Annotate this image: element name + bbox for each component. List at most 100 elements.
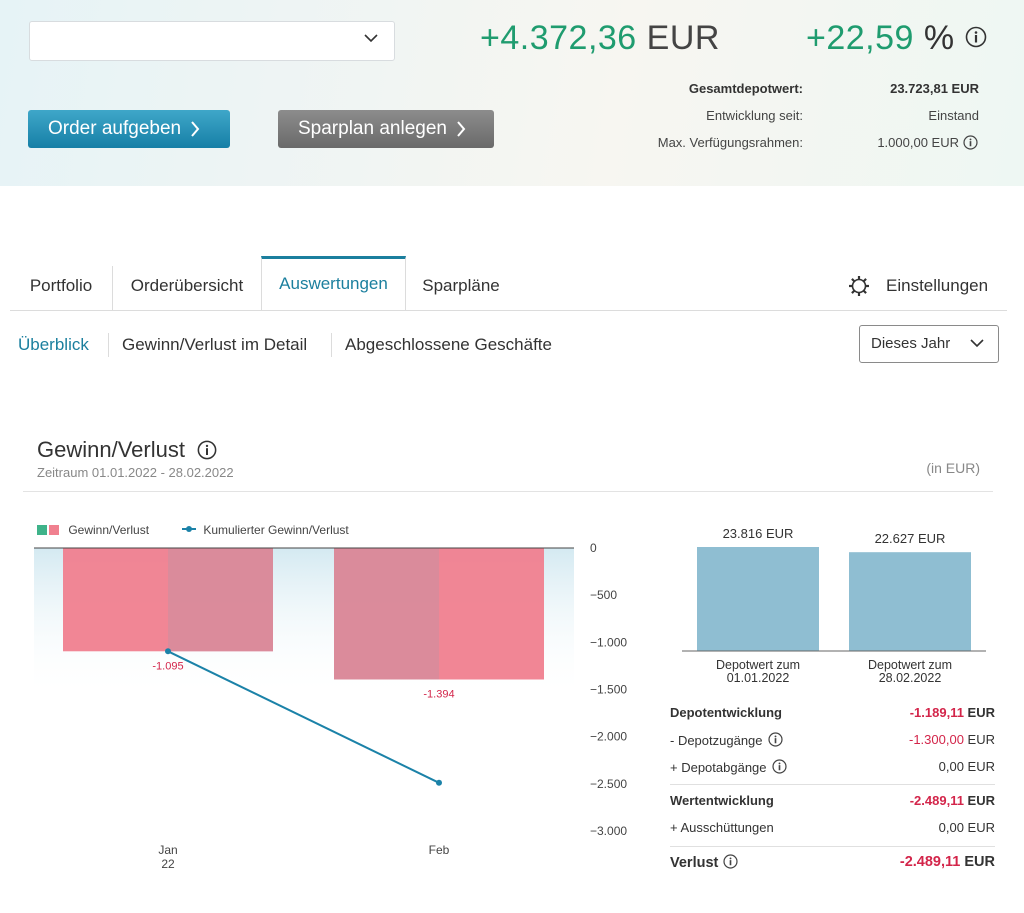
summary-unit: EUR (960, 854, 995, 870)
summary-value: -2.489,11 EUR (900, 854, 995, 870)
section-title: Gewinn/Verlust (37, 437, 217, 463)
cumulative-point (436, 779, 442, 786)
period-select-value: Dieses Jahr (871, 335, 951, 352)
summary-unit: EUR (963, 793, 995, 808)
summary-row: + Ausschüttungen 0,00 EUR (670, 820, 995, 838)
summary-label: + Ausschüttungen (670, 820, 774, 835)
section-divider (23, 491, 993, 492)
depot-bar (849, 552, 971, 651)
credit-line-label: Max. Verfügungsrahmen: (657, 135, 803, 150)
total-value-label: Gesamtdepotwert: (688, 81, 803, 96)
bar-overlay (168, 548, 273, 652)
summary-table: Depotentwicklung -1.189,11 EUR - Depotzugä… (670, 700, 995, 880)
subtab-divider (331, 333, 332, 357)
y-tick-label: −1.500 (590, 683, 627, 697)
gain-currency: EUR (646, 19, 720, 57)
total-value: 23.723,81 EUR (890, 81, 979, 96)
gain-percent: +22,59 % (806, 18, 987, 58)
summary-label: + Depotabgänge (670, 759, 787, 775)
depot-x-label: 28.02.2022 (879, 671, 942, 685)
tab-sparplaene[interactable]: Sparpläne (406, 258, 516, 311)
bar-value-label: -1.394 (423, 689, 454, 701)
y-tick-label: −3.000 (590, 824, 627, 838)
summary-amount: 0,00 (938, 820, 964, 835)
summary-unit: EUR (963, 820, 995, 835)
tab-portfolio[interactable]: Portfolio (10, 258, 112, 311)
development-since-value: Einstand (928, 108, 979, 123)
summary-amount: 0,00 (938, 759, 964, 774)
gain-absolute: +4.372,36 EUR (480, 18, 720, 58)
page: Order aufgeben Sparplan anlegen +4.372,3… (0, 0, 1024, 913)
summary-label: - Depotzugänge (670, 732, 783, 748)
bar-overlay (334, 548, 439, 680)
depot-value-chart: 23.816 EURDepotwert zum01.01.202222.627 … (682, 526, 986, 685)
account-select[interactable] (29, 21, 395, 61)
subtab-divider (108, 333, 109, 357)
summary-value: -1.189,11 EUR (910, 705, 995, 720)
summary-value: 0,00 EUR (939, 820, 995, 835)
settings-label: Einstellungen (886, 276, 989, 295)
development-since-label: Entwicklung seit: (706, 108, 803, 123)
summary-unit: EUR (963, 732, 995, 747)
summary-value: -1.300,00 EUR (909, 732, 995, 747)
info-icon[interactable] (197, 440, 217, 460)
section-unit: (in EUR) (926, 460, 980, 476)
chevron-right-icon (190, 121, 200, 137)
bar-value-label: -1.095 (152, 660, 183, 672)
summary-divider (670, 784, 995, 785)
info-icon[interactable] (963, 135, 978, 150)
subtab-abgeschlossene-geschaefte[interactable]: Abgeschlossene Geschäfte (345, 335, 552, 355)
summary-row: Depotentwicklung -1.189,11 EUR (670, 705, 995, 723)
chevron-down-icon (970, 339, 984, 348)
sparplan-button-label: Sparplan anlegen (298, 118, 447, 139)
y-tick-label: −2.000 (590, 730, 627, 744)
section-title-text: Gewinn/Verlust (37, 437, 185, 462)
summary-row: - Depotzugänge -1.300,00 EUR (670, 732, 995, 750)
main-tabs: Portfolio Orderübersicht Auswertungen Sp… (10, 256, 1007, 311)
order-button-label: Order aufgeben (48, 118, 182, 139)
subtab-gewinn-verlust-detail[interactable]: Gewinn/Verlust im Detail (122, 335, 307, 355)
gear-icon (849, 276, 869, 296)
summary-amount: -2.489,11 (909, 793, 964, 808)
section-period: Zeitraum 01.01.2022 - 28.02.2022 (37, 465, 234, 480)
summary-amount: -1.189,11 (909, 705, 964, 720)
order-button[interactable]: Order aufgeben (28, 110, 230, 148)
info-icon[interactable] (771, 759, 787, 774)
summary-value: 0,00 EUR (939, 759, 995, 774)
info-icon[interactable] (767, 732, 783, 747)
tab-orderuebersicht[interactable]: Orderübersicht (113, 258, 261, 311)
summary-row: Wertentwicklung -2.489,11 EUR (670, 793, 995, 811)
summary-amount: -1.300,00 (909, 732, 964, 747)
summary-amount: -2.489,11 (899, 854, 961, 870)
x-tick-label: Feb (429, 843, 450, 857)
summary-label: Wertentwicklung (670, 793, 774, 808)
summary-label: Verlust (670, 854, 738, 871)
summary-unit: EUR (963, 705, 995, 720)
summary-divider (670, 846, 995, 847)
y-tick-label: 0 (590, 541, 597, 555)
info-icon[interactable] (965, 26, 987, 48)
y-tick-label: −2.500 (590, 777, 627, 791)
x-tick-label: 22 (161, 857, 175, 871)
y-tick-label: −500 (590, 588, 617, 602)
sparplan-button[interactable]: Sparplan anlegen (278, 110, 494, 148)
percent-sign: % (923, 19, 955, 57)
depot-bar (697, 547, 819, 651)
depot-bar-label: 23.816 EUR (723, 526, 794, 541)
cumulative-point (165, 648, 171, 655)
subtab-ueberblick[interactable]: Überblick (18, 335, 89, 355)
summary-row: + Depotabgänge 0,00 EUR (670, 759, 995, 777)
summary-value: -2.489,11 EUR (910, 793, 995, 808)
portfolio-header: Order aufgeben Sparplan anlegen +4.372,3… (0, 0, 1024, 186)
depot-x-label: Depotwert zum (716, 658, 800, 672)
depot-x-label: Depotwert zum (868, 658, 952, 672)
summary-unit: EUR (963, 759, 995, 774)
summary-row: Verlust -2.489,11 EUR (670, 854, 995, 872)
info-icon[interactable] (723, 854, 738, 869)
gain-loss-chart: -1.095 -1.394 0 −500 −1.000 −1.500 −2.000 −2.50… (34, 541, 627, 871)
gain-absolute-value: +4.372,36 (480, 19, 637, 57)
gain-percent-value: +22,59 (806, 19, 914, 57)
tab-auswertungen[interactable]: Auswertungen (261, 256, 406, 310)
period-select[interactable]: Dieses Jahr (859, 325, 999, 363)
y-tick-label: −1.000 (590, 635, 627, 649)
